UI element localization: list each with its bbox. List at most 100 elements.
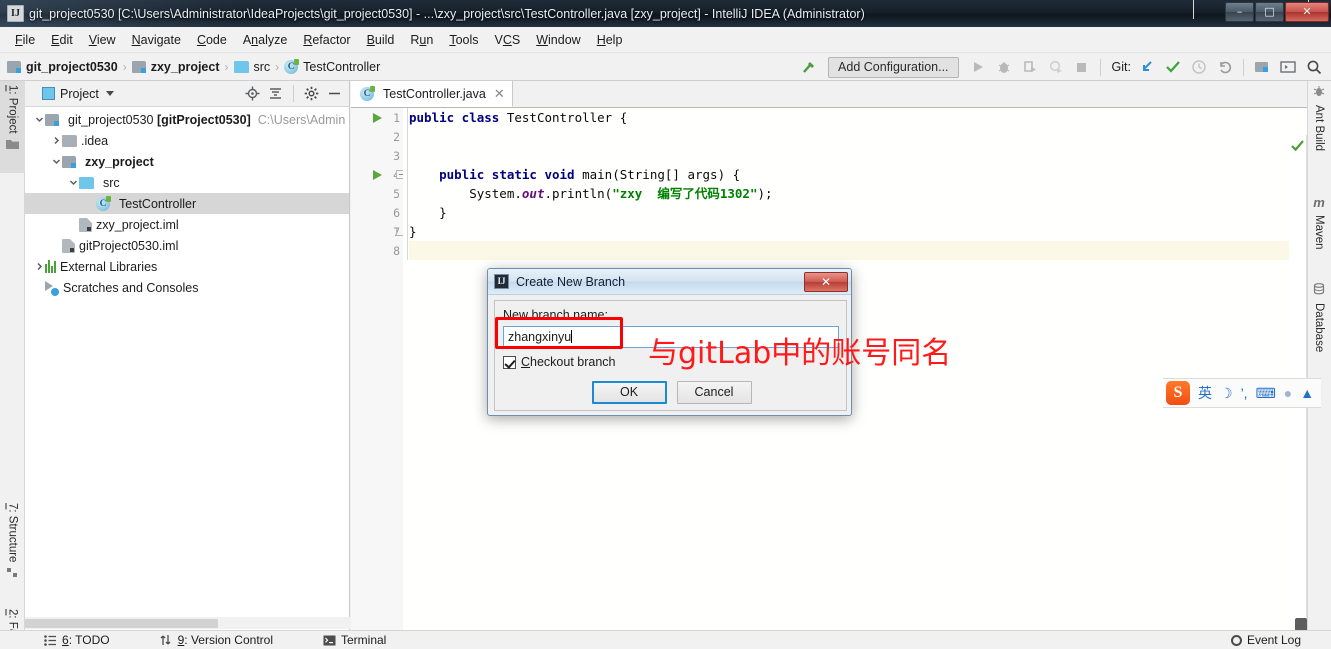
- menu-item-tools[interactable]: Tools: [441, 30, 486, 50]
- menu-item-vcs[interactable]: VCS: [487, 30, 529, 50]
- sidebar-item-project[interactable]: 1: Project: [0, 81, 25, 173]
- search-everywhere-icon[interactable]: [1301, 55, 1327, 79]
- java-class-icon: C: [96, 195, 111, 211]
- code-line[interactable]: [409, 127, 1307, 146]
- build-hammer-icon[interactable]: [796, 55, 822, 79]
- toolbar-divider-2: [1243, 58, 1244, 76]
- debug-icon[interactable]: [991, 55, 1017, 79]
- checkout-branch-label: Checkout branch: [521, 355, 616, 369]
- tree-node[interactable]: External Libraries: [25, 256, 349, 277]
- ime-moon-icon[interactable]: ☽: [1220, 385, 1233, 402]
- sogou-logo-icon[interactable]: S: [1166, 381, 1190, 405]
- ime-mode-en-icon[interactable]: 英: [1198, 383, 1212, 403]
- menu-item-run[interactable]: Run: [402, 30, 441, 50]
- collapse-all-icon[interactable]: [265, 84, 286, 104]
- tree-node[interactable]: zxy_project: [25, 151, 349, 172]
- dialog-close-button[interactable]: ✕: [804, 271, 848, 292]
- code-line[interactable]: public static void main(String[] args) {: [409, 165, 1307, 184]
- vcs-icon: [160, 634, 173, 646]
- git-revert-icon[interactable]: [1212, 55, 1238, 79]
- ime-punctuation-icon[interactable]: ’,: [1241, 385, 1248, 401]
- checkout-branch-checkbox[interactable]: Checkout branch: [503, 355, 616, 369]
- menu-item-build[interactable]: Build: [359, 30, 403, 50]
- code-line[interactable]: System.out.println("zxy 编写了代码1302");: [409, 184, 1307, 203]
- tree-node[interactable]: zxy_project.iml: [25, 214, 349, 235]
- status-item-terminal[interactable]: Terminal: [323, 633, 386, 647]
- tree-node[interactable]: src: [25, 172, 349, 193]
- tree-node[interactable]: git_project0530 [gitProject0530] C:\Users…: [25, 109, 349, 130]
- menu-item-edit[interactable]: Edit: [43, 30, 81, 50]
- gutter-line-number: 8: [393, 243, 400, 258]
- run-class-marker-icon[interactable]: [372, 108, 384, 127]
- breadcrumb-item-zxy_project[interactable]: zxy_project: [131, 60, 220, 74]
- ok-button[interactable]: OK: [591, 381, 667, 404]
- menu-item-navigate[interactable]: Navigate: [124, 30, 189, 50]
- code-line[interactable]: }: [409, 203, 1307, 222]
- chevron-down-icon[interactable]: [105, 91, 114, 96]
- code-line[interactable]: [409, 241, 1307, 260]
- status-item-version-control[interactable]: 9: Version Control: [160, 633, 273, 647]
- menu-item-analyze[interactable]: Analyze: [235, 30, 295, 50]
- tree-expander[interactable]: [33, 261, 45, 273]
- project-structure-icon[interactable]: [1249, 55, 1275, 79]
- menu-item-file[interactable]: File: [7, 30, 43, 50]
- sidebar-item-database[interactable]: Database: [1307, 279, 1331, 379]
- ime-user-icon[interactable]: ●: [1284, 385, 1292, 401]
- maven-label: Maven: [1313, 215, 1325, 250]
- menu-item-window[interactable]: Window: [528, 30, 588, 50]
- tree-expander[interactable]: [33, 114, 45, 126]
- editor-gutter[interactable]: 12345678: [351, 108, 405, 630]
- menu-item-code[interactable]: Code: [189, 30, 235, 50]
- minimize-button[interactable]: –: [1225, 2, 1254, 22]
- ime-keyboard-icon[interactable]: ⌨: [1256, 385, 1276, 402]
- hide-panel-icon[interactable]: [324, 84, 345, 104]
- breadcrumb-item-src[interactable]: src: [233, 60, 270, 74]
- sidebar-item-ant-build[interactable]: Ant Build: [1307, 81, 1331, 181]
- sidebar-item-structure[interactable]: 7: Structure: [0, 499, 25, 605]
- tree-expander[interactable]: [50, 156, 62, 168]
- branch-name-value: zhangxinyu: [508, 330, 572, 344]
- git-history-icon[interactable]: [1186, 55, 1212, 79]
- tree-expander[interactable]: [67, 177, 79, 189]
- close-icon[interactable]: ✕: [494, 87, 505, 100]
- maximize-button[interactable]: □: [1255, 2, 1284, 22]
- code-line[interactable]: public class TestController {: [409, 108, 1307, 127]
- ime-skin-icon[interactable]: ▲: [1300, 385, 1314, 401]
- scroll-from-source-icon[interactable]: [242, 84, 263, 104]
- menu-item-help[interactable]: Help: [589, 30, 631, 50]
- project-panel-header: Project: [25, 81, 349, 107]
- tree-node[interactable]: gitProject0530.iml: [25, 235, 349, 256]
- window-title: git_project0530 [C:\Users\Administrator\…: [29, 6, 865, 21]
- tree-node[interactable]: Scratches and Consoles: [25, 277, 349, 298]
- menu-item-refactor[interactable]: Refactor: [295, 30, 358, 50]
- breadcrumb-item-git_project0530[interactable]: git_project0530: [7, 60, 118, 74]
- run-icon[interactable]: [965, 55, 991, 79]
- project-panel-hscrollbar[interactable]: [25, 617, 351, 629]
- status-item-todo[interactable]: 6: TODO: [44, 633, 110, 647]
- ant-build-label: Ant Build: [1313, 105, 1325, 152]
- add-configuration-button[interactable]: Add Configuration...: [828, 56, 959, 78]
- tree-node-selected[interactable]: C TestController: [25, 193, 349, 214]
- inspection-ok-icon[interactable]: [1291, 139, 1304, 155]
- code-line[interactable]: }: [409, 222, 1307, 241]
- hscrollbar-thumb[interactable]: [25, 619, 218, 628]
- tree-expander[interactable]: [50, 135, 62, 147]
- run-method-marker-icon[interactable]: [372, 165, 384, 184]
- git-update-icon[interactable]: [1134, 55, 1160, 79]
- profile-icon[interactable]: [1043, 55, 1069, 79]
- sidebar-item-maven[interactable]: m Maven: [1307, 191, 1331, 269]
- breadcrumb-item-testcontroller[interactable]: C TestController: [284, 58, 380, 74]
- gear-icon[interactable]: [301, 84, 322, 104]
- status-item-event-log[interactable]: Event Log: [1230, 633, 1301, 647]
- tree-node[interactable]: .idea: [25, 130, 349, 151]
- code-line[interactable]: [409, 146, 1307, 165]
- cancel-button[interactable]: Cancel: [676, 381, 752, 404]
- sdk-manager-icon[interactable]: [1275, 55, 1301, 79]
- git-commit-icon[interactable]: [1160, 55, 1186, 79]
- stop-icon[interactable]: [1069, 55, 1095, 79]
- close-button[interactable]: ✕: [1285, 2, 1329, 22]
- ant-icon: [1313, 85, 1325, 100]
- run-with-coverage-icon[interactable]: [1017, 55, 1043, 79]
- editor-tab-testcontroller[interactable]: C TestController.java ✕: [351, 81, 513, 107]
- menu-item-view[interactable]: View: [81, 30, 124, 50]
